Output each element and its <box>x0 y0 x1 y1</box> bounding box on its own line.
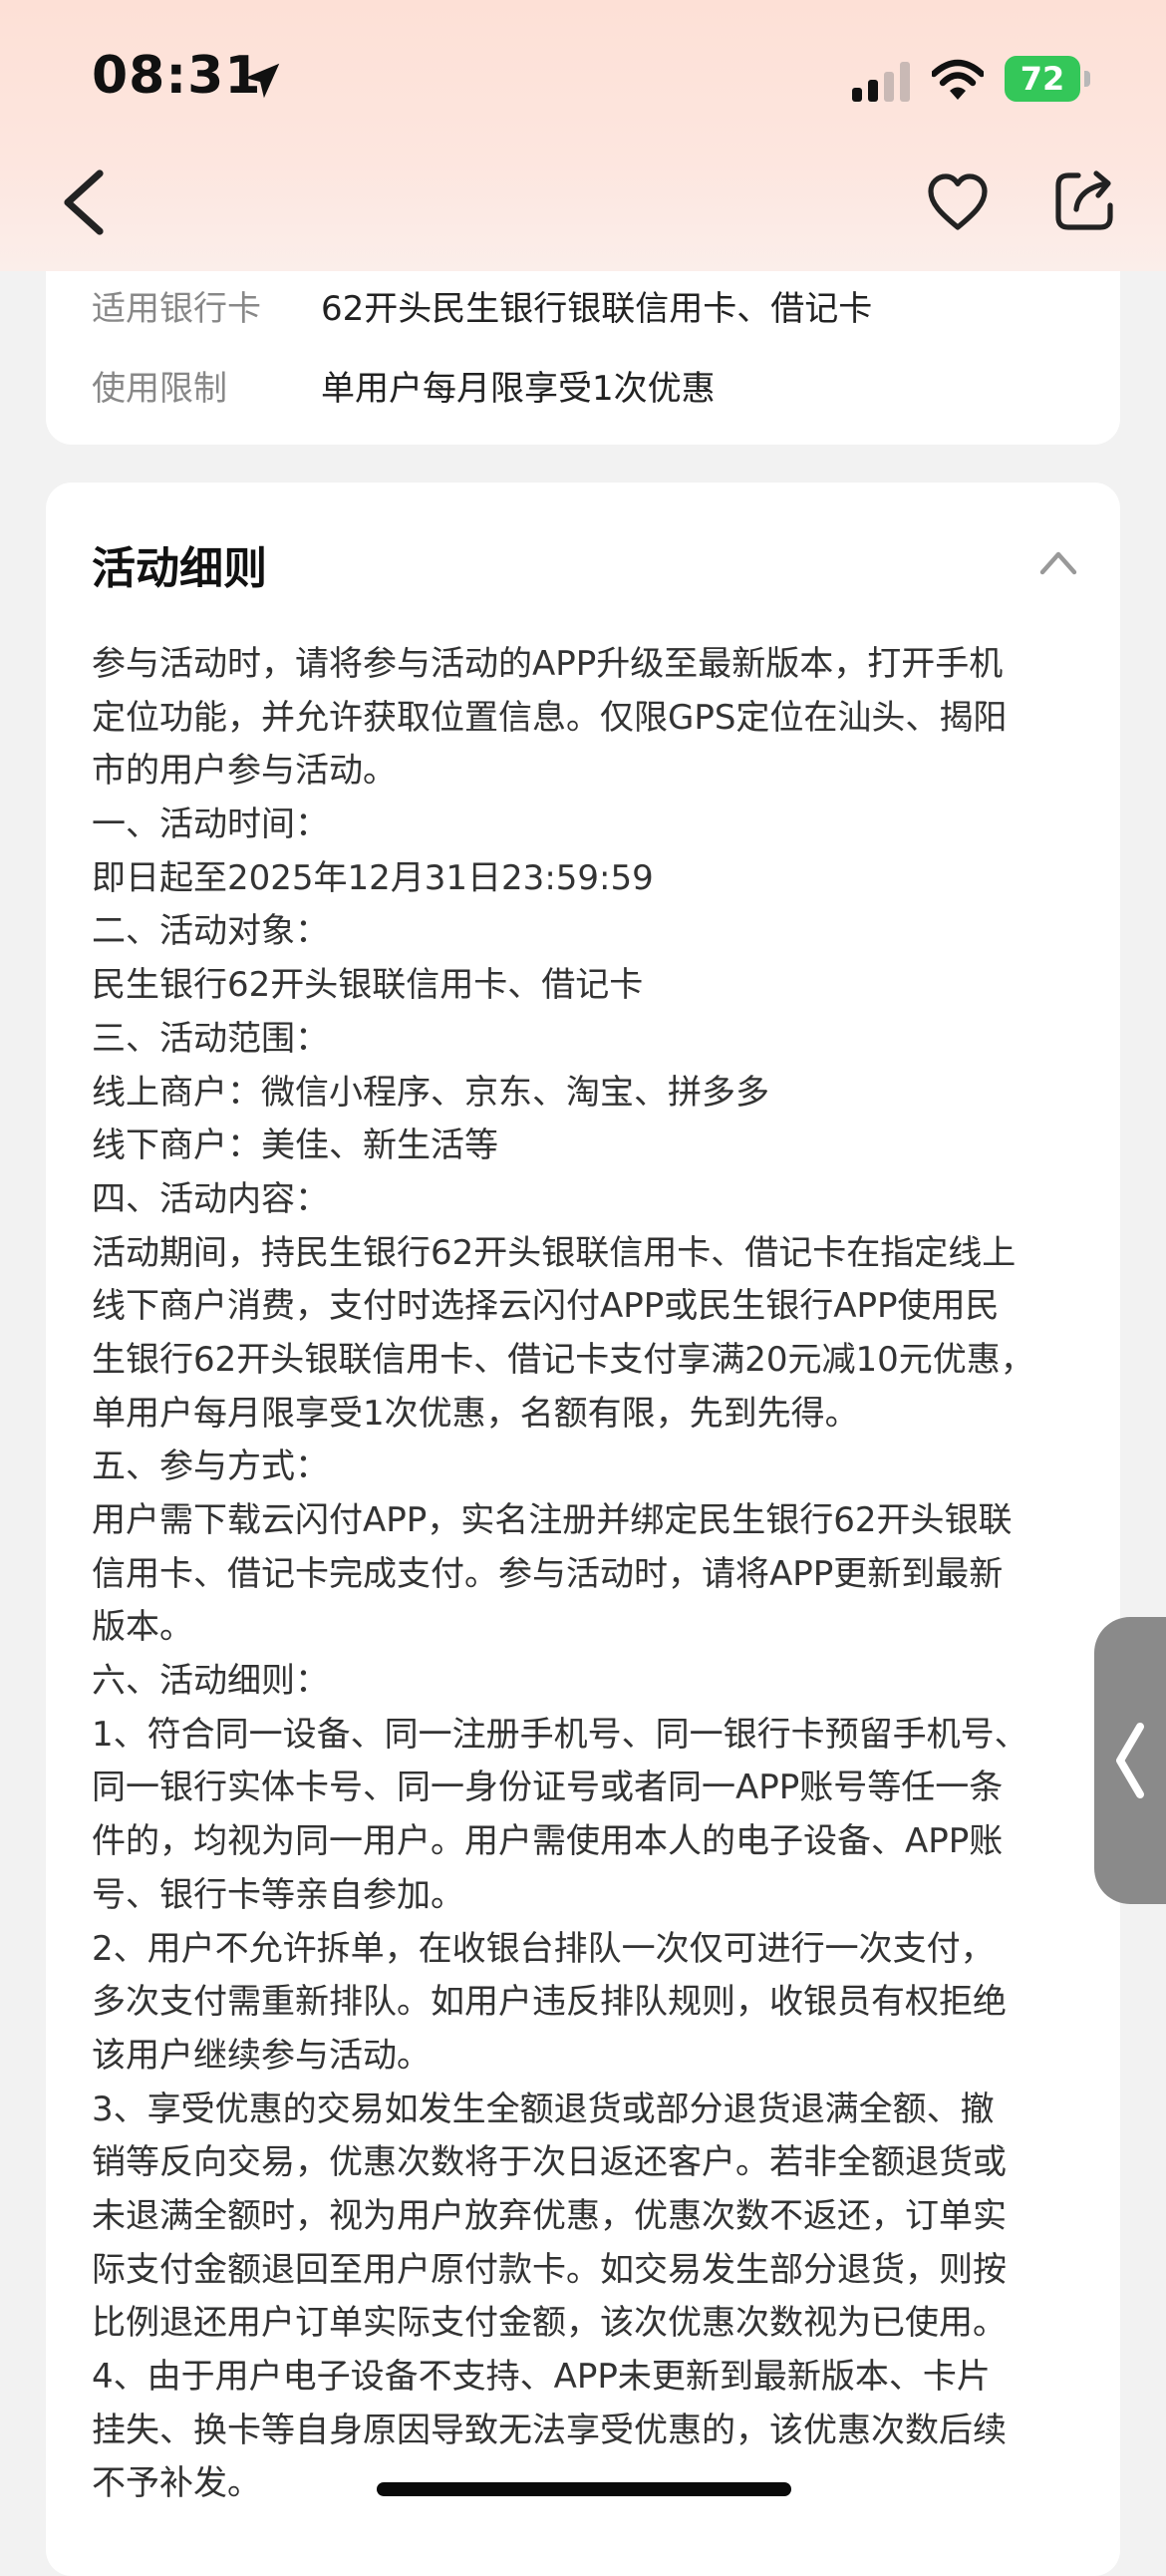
rules-line: 比例退还用户订单实际支付金额，该次优惠次数视为已使用。 <box>92 2303 1007 2344</box>
info-value: 62开头民生银行银联信用卡、借记卡 <box>321 289 873 329</box>
rules-line: 挂失、换卡等自身原因导致无法享受优惠的，该优惠次数后续 <box>92 2410 1007 2450</box>
rules-line: 二、活动对象： <box>92 911 329 952</box>
status-bar: 08:31 72 <box>0 40 1166 120</box>
back-icon[interactable] <box>56 167 110 237</box>
wifi-icon <box>932 59 984 100</box>
rules-text: 参与活动时，请将参与活动的APP升级至最新版本，打开手机 定位功能，并允许获取位置… <box>92 638 1108 2511</box>
rules-line: 活动期间，持民生银行62开头银联信用卡、借记卡在指定线上 <box>92 1232 1017 1273</box>
rules-line: 线下商户消费，支付时选择云闪付APP或民生银行APP使用民 <box>92 1286 1000 1327</box>
rules-line: 3、享受优惠的交易如发生全额退货或部分退货退满全额、撤 <box>92 2089 995 2129</box>
rules-line: 销等反向交易，优惠次数将于次日返还客户。若非全额退货或 <box>92 2142 1007 2183</box>
rules-line: 一、活动时间： <box>92 805 329 845</box>
home-indicator <box>377 2482 791 2496</box>
rules-line: 未退满全额时，视为用户放弃优惠，优惠次数不返还，订单实 <box>92 2195 1007 2236</box>
rules-line: 际支付金额退回至用户原付款卡。如交易发生部分退货，则按 <box>92 2249 1007 2290</box>
rules-line: 该用户继续参与活动。 <box>92 2035 431 2076</box>
rules-line: 即日起至2025年12月31日23:59:59 <box>92 857 654 898</box>
info-value: 单用户每月限享受1次优惠 <box>321 369 716 409</box>
heart-icon[interactable] <box>925 169 991 235</box>
chevron-left-icon <box>1116 1723 1144 1798</box>
rules-line: 生银行62开头银联信用卡、借记卡支付享满20元减10元优惠， <box>92 1339 1034 1380</box>
status-time: 08:31 <box>92 46 262 106</box>
rules-line: 件的，均视为同一用户。用户需使用本人的电子设备、APP账 <box>92 1821 1004 1862</box>
rules-line: 2、用户不允许拆单，在收银台排队一次仅可进行一次支付， <box>92 1928 995 1969</box>
rules-line: 民生银行62开头银联信用卡、借记卡 <box>92 965 644 1006</box>
info-label: 使用限制 <box>92 369 227 409</box>
rules-line: 六、活动细则： <box>92 1661 329 1702</box>
rules-line: 定位功能，并允许获取位置信息。仅限GPS定位在汕头、揭阳 <box>92 697 1008 738</box>
rules-line: 号、银行卡等亲自参加。 <box>92 1874 464 1915</box>
side-drawer-handle[interactable] <box>1094 1617 1166 1904</box>
rules-line: 多次支付需重新排队。如用户违反排队规则，收银员有权拒绝 <box>92 1982 1007 2023</box>
rules-line: 五、参与方式： <box>92 1447 329 1487</box>
rules-line: 信用卡、借记卡完成支付。参与活动时，请将APP更新到最新 <box>92 1553 1004 1594</box>
chevron-up-icon[interactable] <box>1038 548 1078 576</box>
info-label: 适用银行卡 <box>92 289 261 329</box>
rules-line: 单用户每月限享受1次优惠，名额有限，先到先得。 <box>92 1393 859 1434</box>
rules-line: 参与活动时，请将参与活动的APP升级至最新版本，打开手机 <box>92 644 1004 684</box>
rules-line: 四、活动内容： <box>92 1178 329 1219</box>
battery-level: 72 <box>1005 56 1080 102</box>
rules-line: 版本。 <box>92 1607 193 1648</box>
rules-title: 活动细则 <box>92 543 267 594</box>
rules-card: 活动细则 参与活动时，请将参与活动的APP升级至最新版本，打开手机 定位功能，并允… <box>46 483 1120 2576</box>
location-arrow-icon <box>244 63 280 99</box>
share-icon[interactable] <box>1052 167 1116 233</box>
rules-line: 线上商户：微信小程序、京东、淘宝、拼多多 <box>92 1072 769 1113</box>
rules-line: 1、符合同一设备、同一注册手机号、同一银行卡预留手机号、 <box>92 1714 1028 1755</box>
rules-line: 线下商户：美佳、新生活等 <box>92 1126 498 1166</box>
rules-line: 市的用户参与活动。 <box>92 751 397 792</box>
rules-line: 4、由于用户电子设备不支持、APP未更新到最新版本、卡片 <box>92 2357 991 2397</box>
battery-icon: 72 <box>1005 56 1090 102</box>
signal-icon <box>852 62 910 102</box>
top-bar: 08:31 72 <box>0 0 1166 271</box>
rules-line: 同一银行实体卡号、同一身份证号或者同一APP账号等任一条 <box>92 1768 1004 1808</box>
rules-line: 用户需下载云闪付APP，实名注册并绑定民生银行62开头银联 <box>92 1500 1013 1540</box>
rules-line: 三、活动范围： <box>92 1018 329 1059</box>
battery-cap <box>1084 71 1090 87</box>
